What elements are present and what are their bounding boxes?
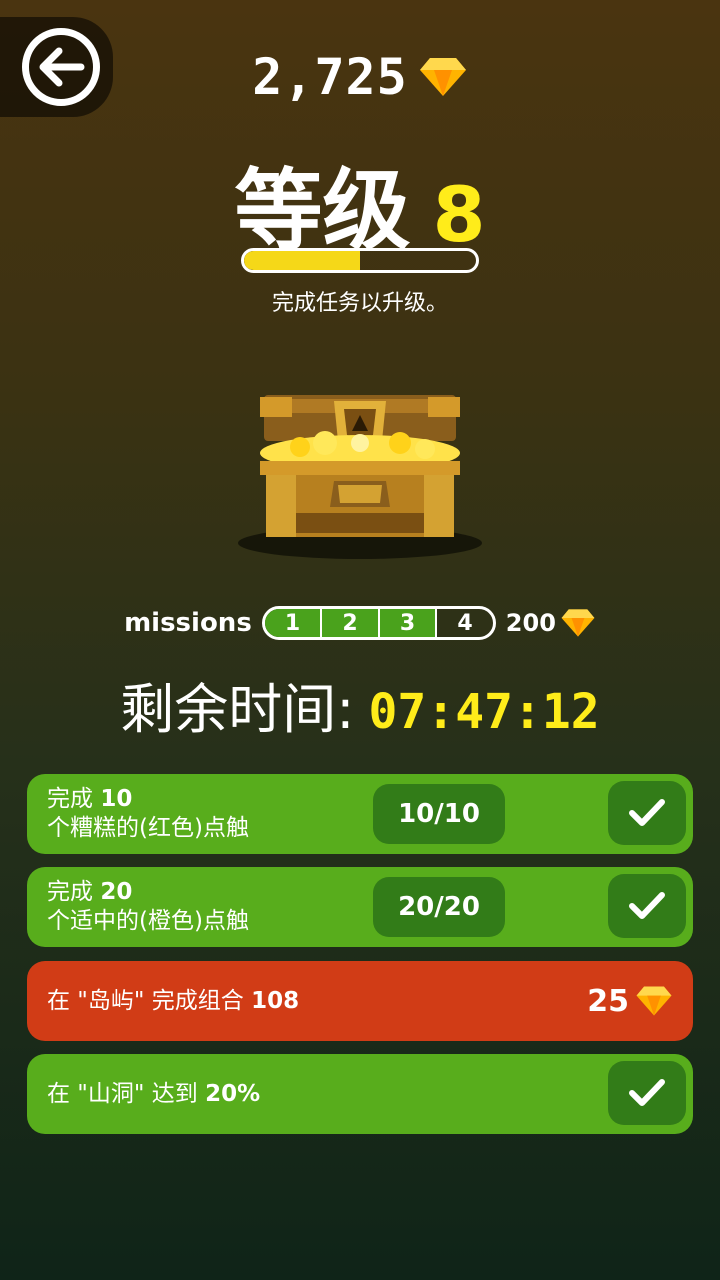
mission-card[interactable]: 完成 20 个适中的(橙色)点触 20/20 xyxy=(27,867,693,947)
gem-balance-value: 2,725 xyxy=(252,48,408,106)
check-icon xyxy=(629,1079,665,1106)
mission-card[interactable]: 在 "山洞" 达到 20% xyxy=(27,1054,693,1134)
mission-description: 完成 10 个糟糕的(红色)点触 xyxy=(47,785,693,843)
missions-label: missions xyxy=(124,608,252,638)
level-hint: 完成任务以升级。 xyxy=(271,291,448,316)
gem-icon xyxy=(561,609,595,637)
timer-label: 剩余时间: xyxy=(120,678,355,741)
mission-card[interactable]: 在 "岛屿" 完成组合 108 25 xyxy=(27,961,693,1041)
mission-prefix: 完成 xyxy=(47,879,93,905)
mission-detail: 个糟糕的(红色)点触 xyxy=(47,815,249,841)
mission-prefix: 完成 xyxy=(47,786,93,812)
mission-text: 在 "山洞" 达到 xyxy=(47,1080,198,1107)
mission-text: 在 "岛屿" 完成组合 xyxy=(47,987,244,1014)
mission-description: 完成 20 个适中的(橙色)点触 xyxy=(47,878,693,936)
mission-description: 在 "山洞" 达到 20% xyxy=(47,1080,693,1109)
level-progress-fill xyxy=(244,251,360,270)
mission-complete-button[interactable] xyxy=(608,781,686,845)
mission-count: 10/10 xyxy=(373,784,505,844)
mission-number: 10 xyxy=(100,786,133,812)
missions-segment-bar: 1 2 3 4 xyxy=(261,606,496,640)
gem-icon xyxy=(636,986,672,1016)
mission-reward: 25 xyxy=(587,961,673,1041)
mission-detail: 个适中的(橙色)点触 xyxy=(47,908,249,934)
mission-card[interactable]: 完成 10 个糟糕的(红色)点触 10/10 xyxy=(27,774,693,854)
gem-icon xyxy=(419,58,466,96)
missions-progress: missions 1 2 3 4 200 xyxy=(0,606,720,640)
mission-segment-3: 3 xyxy=(379,609,438,637)
mission-reward-value: 25 xyxy=(587,983,629,1019)
timer-value: 07:47:12 xyxy=(368,684,600,740)
mission-segment-4: 4 xyxy=(457,610,473,636)
check-icon xyxy=(629,892,665,919)
check-icon xyxy=(629,799,665,826)
level-number: 8 xyxy=(432,170,486,259)
missions-reward-value: 200 xyxy=(505,609,556,637)
mission-complete-button[interactable] xyxy=(608,874,686,938)
mission-complete-button[interactable] xyxy=(608,1061,686,1125)
missions-reward: 200 xyxy=(506,608,596,638)
time-remaining: 剩余时间: 07:47:12 xyxy=(0,665,720,744)
mission-segment-1: 1 xyxy=(264,609,323,637)
mission-count: 20/20 xyxy=(373,877,505,937)
mission-segment-2: 2 xyxy=(322,609,380,637)
mission-number: 20% xyxy=(205,1080,261,1107)
mission-number: 20 xyxy=(100,879,133,905)
mission-number: 108 xyxy=(251,987,300,1014)
gem-balance: 2,725 xyxy=(0,48,720,106)
treasure-chest xyxy=(238,395,482,559)
level-progress-bar xyxy=(241,248,479,273)
